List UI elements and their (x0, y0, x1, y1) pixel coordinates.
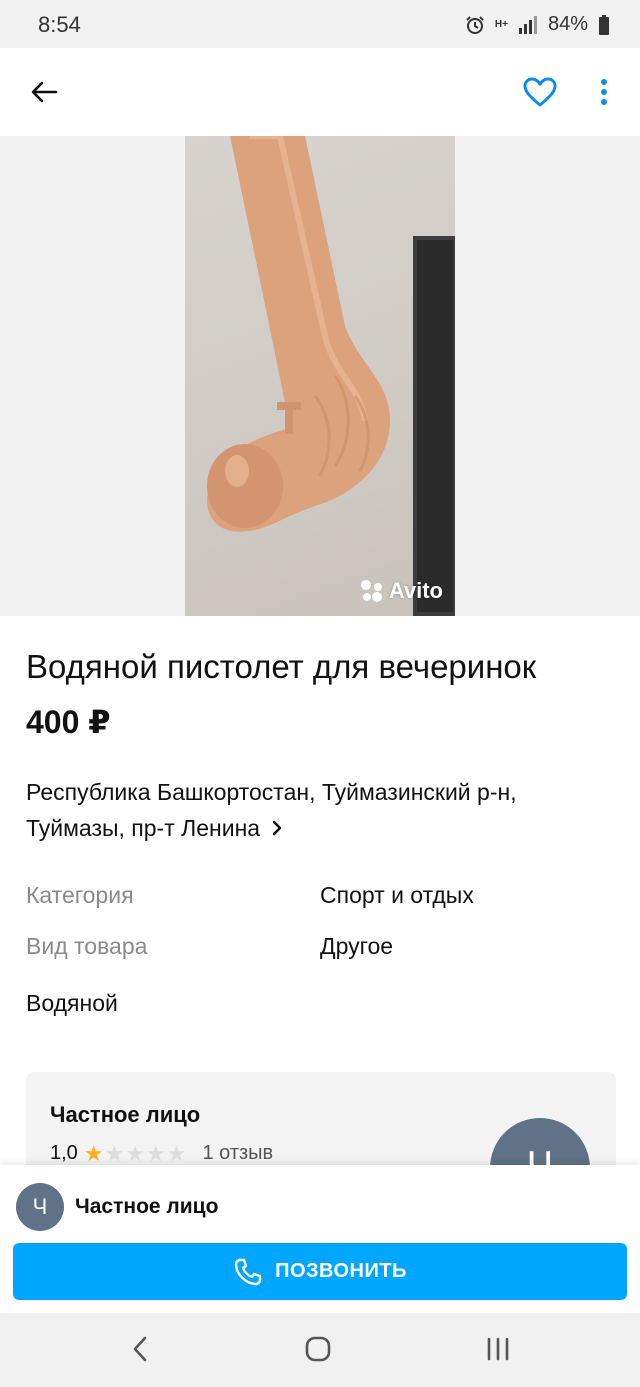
chevron-right-icon[interactable] (272, 811, 282, 847)
status-time: 8:54 (38, 12, 81, 37)
reviews-count[interactable]: 1 отзыв (202, 1142, 273, 1165)
nav-home-button[interactable] (288, 1327, 348, 1371)
network-type: H+ (494, 18, 508, 30)
avatar[interactable]: Ч (16, 1183, 64, 1231)
nav-back-icon (133, 1336, 147, 1362)
listing-description: Водяной (26, 990, 118, 1016)
param-label-category: Категория (26, 882, 134, 908)
nav-back-button[interactable] (110, 1327, 170, 1371)
nav-recents-icon (487, 1337, 509, 1361)
status-icons: H+ 84% (465, 13, 610, 36)
system-nav-bar (0, 1313, 640, 1387)
status-bar: 8:54 H+ 84% (0, 0, 640, 48)
listing-title: Водяной пистолет для вечеринок (26, 648, 537, 685)
photo-watermark: Avito (359, 578, 443, 604)
param-value-category: Спорт и отдых (320, 882, 474, 908)
app-bar (0, 48, 640, 136)
battery-icon (598, 14, 610, 35)
more-options-button[interactable] (584, 70, 624, 114)
listing-address[interactable]: Республика Башкортостан, Туймазинский р-… (26, 774, 616, 847)
star-icon: ★ (83, 1140, 104, 1166)
star-icon: ★ (166, 1140, 187, 1166)
more-vertical-icon (601, 79, 607, 105)
star-icon: ★ (146, 1140, 166, 1166)
back-button[interactable] (20, 70, 68, 114)
rating-stars: ★ ★ ★ ★ ★ (83, 1140, 187, 1166)
listing-price: 400 ₽ (26, 704, 111, 740)
rating-value: 1,0 (50, 1142, 78, 1164)
product-image (207, 136, 455, 616)
call-button-label: ПОЗВОНИТЬ (275, 1260, 407, 1282)
back-arrow-icon (31, 81, 58, 103)
call-button[interactable]: ПОЗВОНИТЬ (13, 1243, 627, 1300)
heart-icon (523, 77, 557, 107)
param-label-type: Вид товара (26, 933, 148, 959)
bottom-contact-bar: Ч Частное лицо ПОЗВОНИТЬ (0, 1165, 640, 1313)
alarm-icon (465, 15, 485, 35)
favorite-button[interactable] (516, 70, 564, 114)
avito-logo-icon (360, 580, 382, 602)
phone-icon (234, 1258, 262, 1285)
param-value-type: Другое (320, 933, 394, 959)
nav-recents-button[interactable] (468, 1327, 528, 1371)
seller-name[interactable]: Частное лицо (50, 1102, 200, 1128)
signal-icon (518, 15, 538, 34)
bottom-seller-name[interactable]: Частное лицо (75, 1195, 218, 1219)
photo-gallery[interactable]: Avito (0, 136, 640, 616)
seller-rating[interactable]: 1,0 ★ ★ ★ ★ ★ 1 отзыв (50, 1142, 273, 1165)
nav-home-icon (305, 1336, 331, 1362)
star-icon: ★ (104, 1140, 125, 1166)
listing-photo[interactable]: Avito (185, 136, 455, 616)
battery-percent: 84% (547, 13, 588, 35)
star-icon: ★ (125, 1140, 146, 1166)
